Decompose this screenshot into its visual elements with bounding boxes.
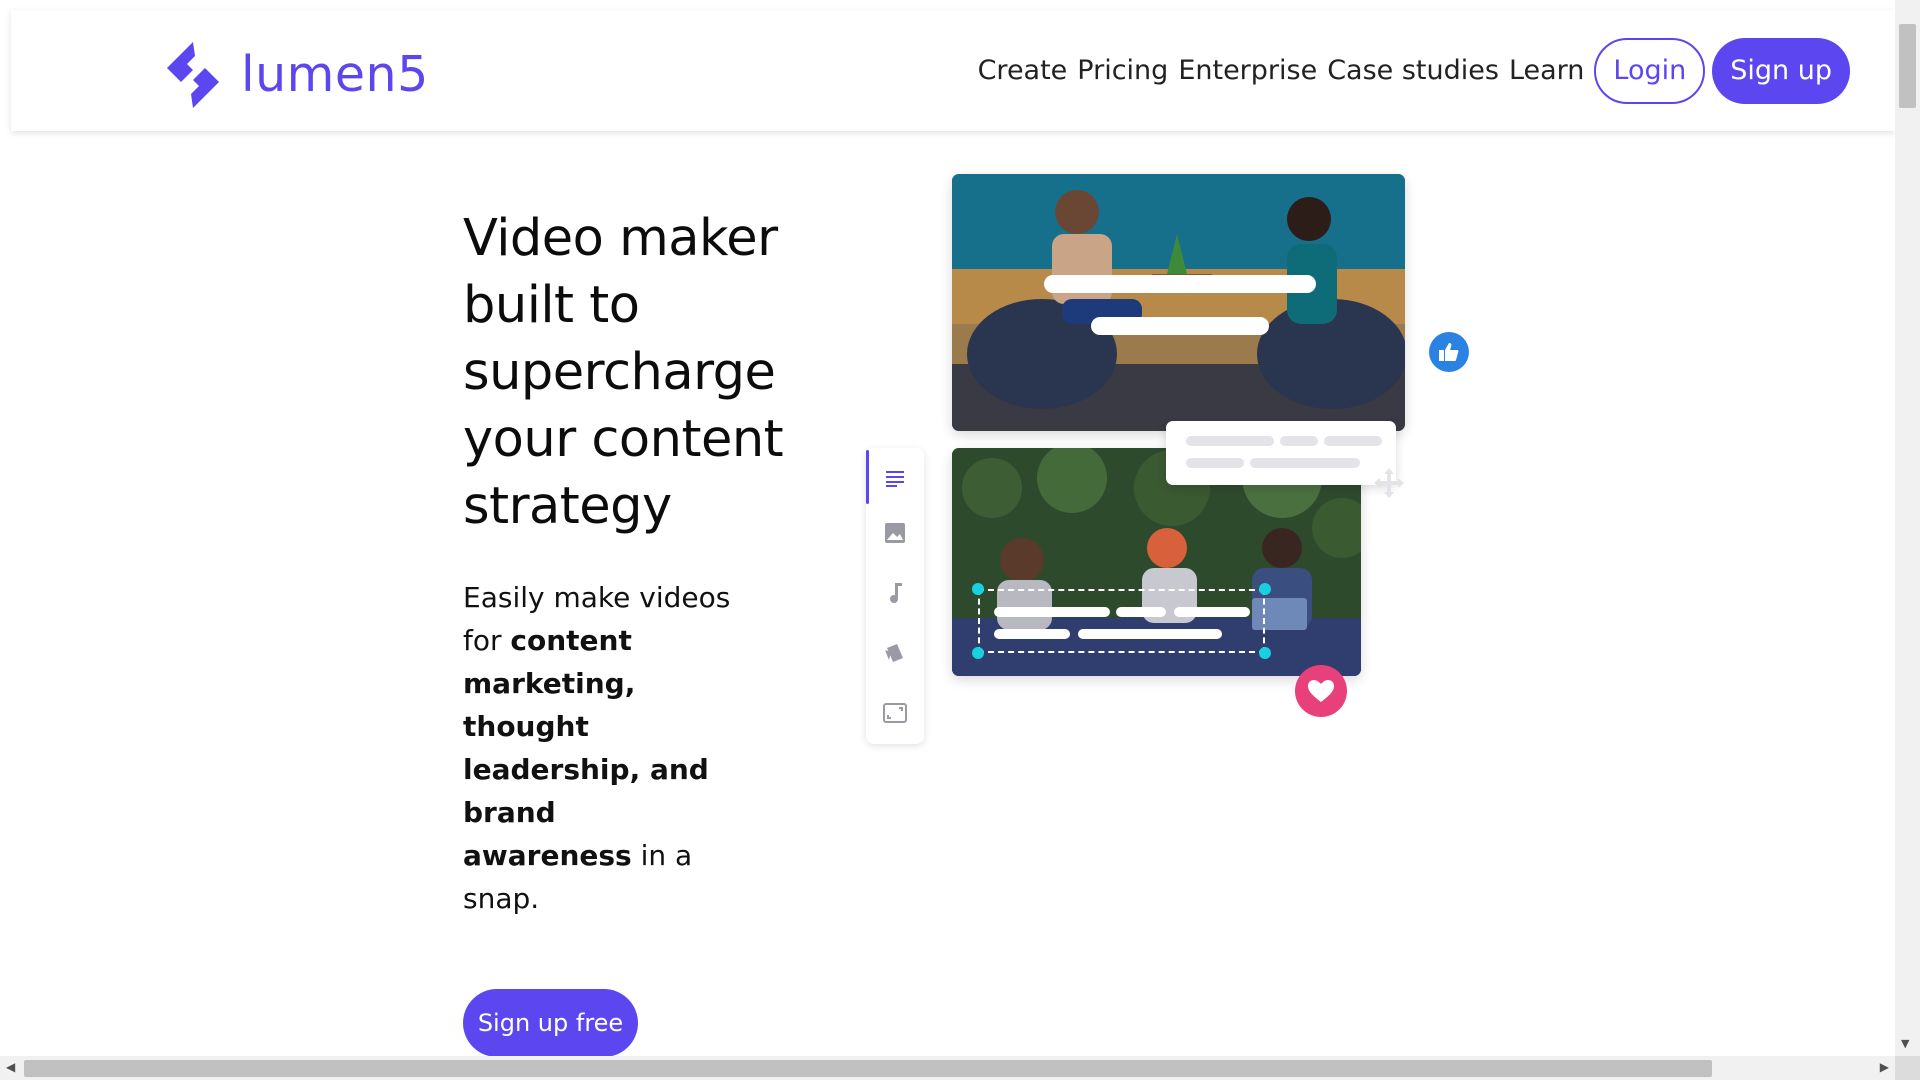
move-icon[interactable] — [1372, 466, 1406, 500]
nav-case-studies[interactable]: Case studies — [1327, 55, 1499, 86]
image-icon[interactable] — [866, 508, 924, 558]
caption-line-1 — [1044, 275, 1316, 293]
main-nav: Create Pricing Enterprise Case studies L… — [978, 37, 1850, 104]
signup-free-button[interactable]: Sign up free — [463, 989, 638, 1057]
scroll-down-arrow-icon[interactable]: ▼ — [1901, 1037, 1909, 1050]
scroll-left-arrow-icon[interactable]: ◀ — [6, 1060, 15, 1074]
meeting-photo — [952, 174, 1405, 431]
caption-card — [1166, 421, 1396, 485]
site-header: lumen5 Create Pricing Enterprise Case st… — [11, 10, 1895, 131]
signup-button[interactable]: Sign up — [1712, 37, 1850, 104]
selected-text-line-2a — [994, 629, 1070, 639]
aspect-ratio-icon[interactable] — [866, 688, 924, 738]
text-icon[interactable] — [866, 453, 924, 503]
music-icon[interactable] — [866, 568, 924, 618]
caption-card-line-1a — [1186, 436, 1274, 446]
resize-handle-bottom-right[interactable] — [1259, 647, 1271, 659]
nav-enterprise[interactable]: Enterprise — [1178, 55, 1317, 86]
nav-create[interactable]: Create — [978, 55, 1068, 86]
resize-handle-top-left[interactable] — [972, 583, 984, 595]
heart-icon — [1295, 665, 1347, 717]
nav-pricing[interactable]: Pricing — [1077, 55, 1168, 86]
horizontal-scrollbar-thumb[interactable] — [24, 1060, 1712, 1077]
resize-handle-top-right[interactable] — [1259, 583, 1271, 595]
selected-text-line-1c — [1174, 607, 1250, 617]
logo-wordmark: lumen5 — [241, 46, 429, 103]
lumen5-logo-icon — [167, 41, 219, 108]
thumbs-up-icon — [1429, 332, 1469, 372]
selected-text-line-1b — [1116, 607, 1166, 617]
caption-card-line-1b — [1280, 436, 1318, 446]
caption-card-line-2a — [1186, 458, 1244, 468]
style-icon[interactable] — [866, 628, 924, 678]
text-selection-box[interactable] — [978, 589, 1265, 653]
caption-line-2 — [1091, 317, 1269, 335]
hero-subtitle-bold: content marketing, thought leadership, a… — [463, 624, 709, 872]
lumen5-logo[interactable]: lumen5 — [159, 37, 429, 112]
scroll-right-arrow-icon[interactable]: ▶ — [1880, 1060, 1889, 1074]
hero-title: Video maker built to supercharge your co… — [463, 209, 784, 536]
hero-subtitle: Easily make videos for content marketing… — [463, 576, 733, 920]
editor-toolbar — [866, 448, 924, 744]
selected-text-line-1a — [994, 607, 1110, 617]
caption-card-line-2b — [1250, 458, 1360, 468]
scrollbar-corner — [1895, 1056, 1920, 1080]
login-button[interactable]: Login — [1594, 37, 1706, 104]
selected-text-line-2b — [1078, 629, 1222, 639]
caption-card-line-1c — [1324, 436, 1382, 446]
horizontal-scrollbar[interactable]: ◀ ▶ — [0, 1056, 1895, 1080]
nav-learn[interactable]: Learn — [1509, 55, 1584, 86]
resize-handle-bottom-left[interactable] — [972, 647, 984, 659]
vertical-scrollbar-thumb[interactable] — [1899, 24, 1916, 108]
vertical-scrollbar[interactable]: ▼ — [1895, 0, 1920, 1056]
